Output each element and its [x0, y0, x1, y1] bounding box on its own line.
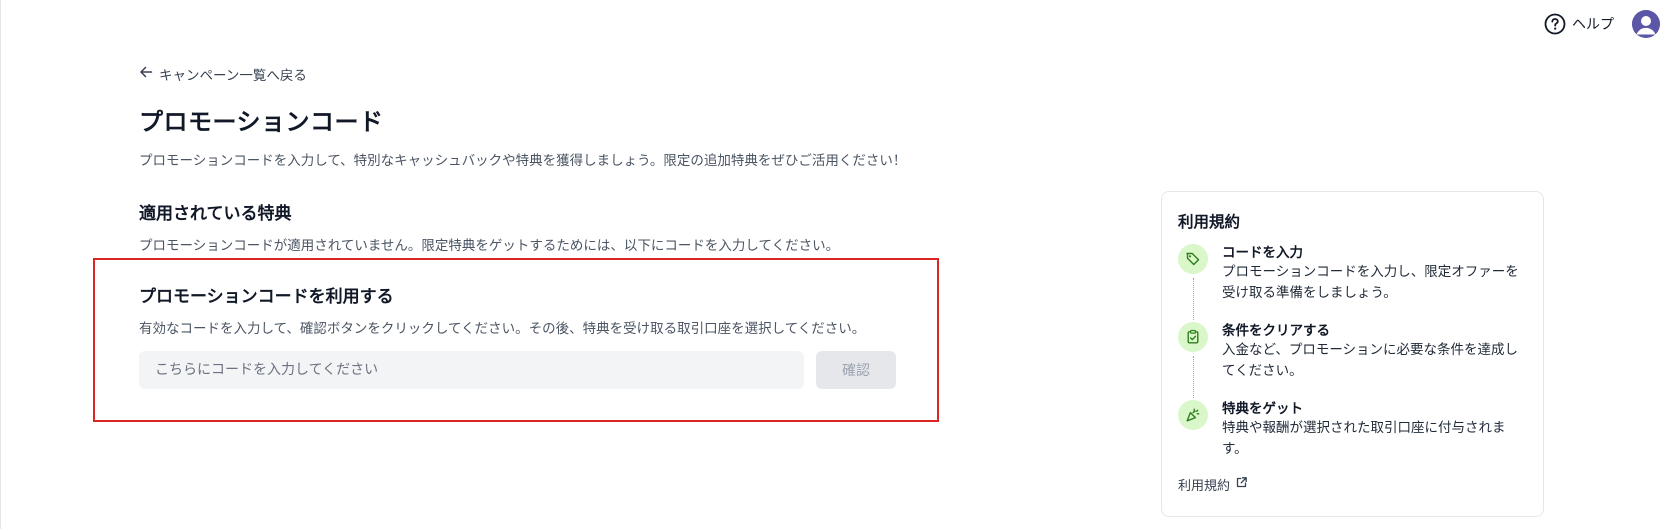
help-label: ヘルプ — [1572, 17, 1614, 33]
promo-code-title: プロモーションコードを利用する — [139, 287, 394, 307]
question-circle-icon — [1544, 13, 1566, 35]
step-get-benefit: 特典をゲット 特典や報酬が選択された取引口座に付与されます。 — [1178, 400, 1527, 478]
applied-benefits-description: プロモーションコードが適用されていません。限定特典をゲットするためには、以下にコ… — [139, 238, 840, 254]
step-description: 特典や報酬が選択された取引口座に付与されます。 — [1222, 420, 1506, 457]
help-button[interactable]: ヘルプ — [1544, 13, 1614, 35]
user-avatar-icon[interactable] — [1632, 10, 1660, 38]
step-connector — [1192, 356, 1194, 398]
promo-code-form: 確認 — [139, 351, 899, 389]
step-title: 条件をクリアする — [1222, 323, 1330, 339]
page-title: プロモーションコード — [139, 108, 384, 136]
party-popper-icon — [1178, 400, 1208, 430]
page: ヘルプ キャンペーン一覧へ戻る プロモーションコード プロモーションコードを入力… — [0, 0, 1672, 529]
tag-icon — [1178, 244, 1208, 274]
promo-code-inner: プロモーションコードを利用する 有効なコードを入力して、確認ボタンをクリックして… — [139, 282, 899, 389]
applied-benefits-title: 適用されている特典 — [139, 204, 292, 224]
step-description: 入金など、プロモーションに必要な条件を達成してください。 — [1222, 342, 1519, 379]
step-connector — [1192, 278, 1194, 320]
main-content: キャンペーン一覧へ戻る プロモーションコード プロモーションコードを入力して、特… — [139, 64, 939, 254]
promo-code-input[interactable] — [139, 351, 804, 389]
terms-link-label: 利用規約 — [1178, 479, 1231, 494]
top-header: ヘルプ — [1544, 10, 1660, 38]
step-meet-conditions: 条件をクリアする 入金など、プロモーションに必要な条件を達成してください。 — [1178, 322, 1527, 400]
step-title: 特典をゲット — [1222, 401, 1303, 417]
promo-code-section: プロモーションコードを利用する 有効なコードを入力して、確認ボタンをクリックして… — [93, 258, 939, 422]
step-enter-code: コードを入力 プロモーションコードを入力し、限定オファーを受け取る準備をしましょ… — [1178, 244, 1527, 322]
page-description: プロモーションコードを入力して、特別なキャッシュバックや特典を獲得しましょう。限… — [139, 153, 907, 169]
promo-code-description: 有効なコードを入力して、確認ボタンをクリックしてください。その後、特典を受け取る… — [139, 321, 866, 337]
clipboard-check-icon — [1178, 322, 1208, 352]
terms-link[interactable]: 利用規約 — [1178, 475, 1248, 494]
arrow-left-icon — [139, 65, 153, 83]
confirm-button[interactable]: 確認 — [816, 351, 896, 389]
external-link-icon — [1235, 476, 1248, 493]
back-to-campaigns-link[interactable]: キャンペーン一覧へ戻る — [139, 64, 307, 84]
back-link-label: キャンペーン一覧へ戻る — [159, 68, 307, 84]
terms-title: 利用規約 — [1178, 213, 1241, 231]
step-title: コードを入力 — [1222, 245, 1303, 261]
terms-card: 利用規約 コードを入力 プロモーションコードを入力し、限定オファーを受け取る準備… — [1161, 191, 1544, 517]
step-description: プロモーションコードを入力し、限定オファーを受け取る準備をしましょう。 — [1222, 264, 1519, 301]
terms-steps: コードを入力 プロモーションコードを入力し、限定オファーを受け取る準備をしましょ… — [1178, 244, 1527, 478]
